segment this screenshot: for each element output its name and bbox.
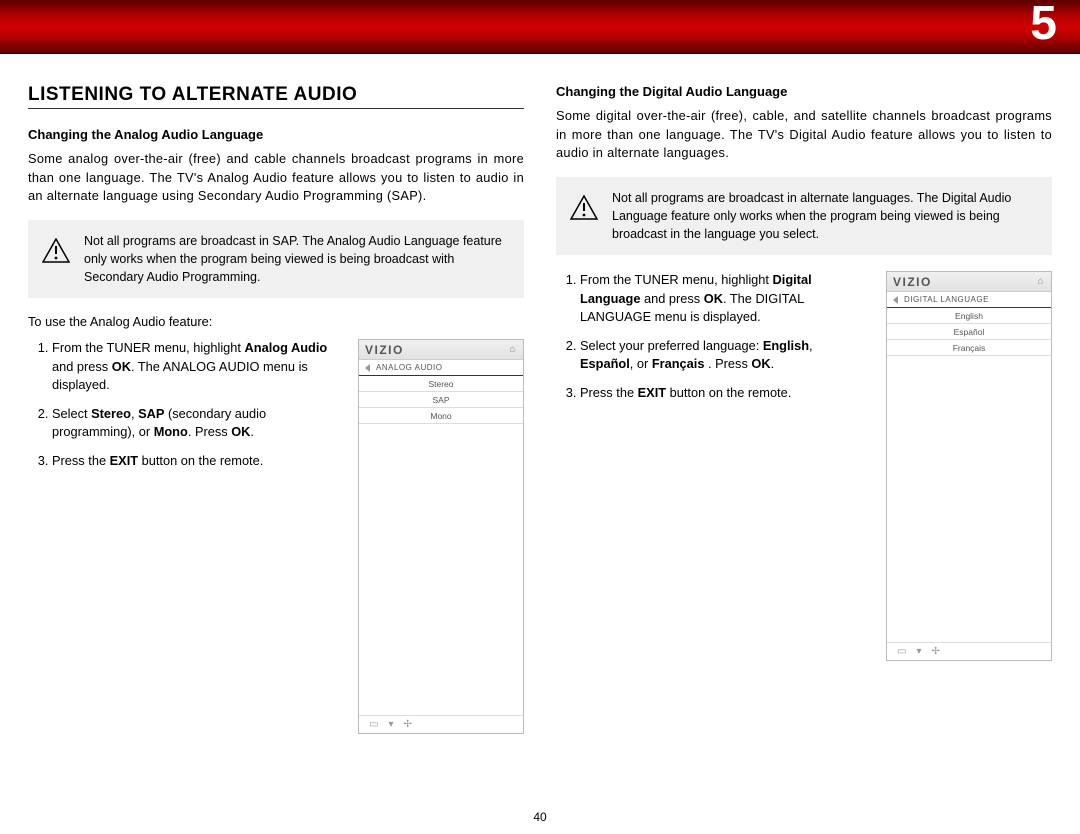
steps-analog: From the TUNER menu, highlight Analog Au…: [28, 339, 344, 734]
menu-spacer: [887, 356, 1051, 642]
steps-digital: From the TUNER menu, highlight Digital L…: [556, 271, 872, 661]
menu-title-row-digital: DIGITAL LANGUAGE: [887, 292, 1051, 308]
step-3-digital: Press the EXIT button on the remote.: [580, 384, 872, 403]
menu-header-digital: VIZIO ⌂: [887, 272, 1051, 292]
warning-icon: [570, 195, 598, 221]
right-column: Changing the Digital Audio Language Some…: [556, 84, 1052, 734]
back-arrow-icon: [893, 296, 898, 304]
note-text-analog: Not all programs are broadcast in SAP. T…: [84, 232, 510, 286]
chapter-number: 5: [1030, 0, 1058, 51]
subsection-title-digital: Changing the Digital Audio Language: [556, 84, 1052, 99]
note-box-analog: Not all programs are broadcast in SAP. T…: [28, 220, 524, 298]
content-area: LISTENING TO ALTERNATE AUDIO Changing th…: [0, 54, 1080, 734]
step-2-analog: Select Stereo, SAP (secondary audio prog…: [52, 405, 344, 442]
menu-item-sap: SAP: [359, 392, 523, 408]
tv-menu-mock-digital: VIZIO ⌂ DIGITAL LANGUAGE English Español…: [886, 271, 1052, 661]
menu-title: ANALOG AUDIO: [376, 363, 442, 372]
step-1-analog: From the TUNER menu, highlight Analog Au…: [52, 339, 344, 395]
section-title: LISTENING TO ALTERNATE AUDIO: [28, 84, 524, 109]
gear-icon: ✢: [403, 719, 411, 730]
back-arrow-icon: [365, 364, 370, 372]
chapter-header-bar: 5: [0, 0, 1080, 54]
home-icon: ⌂: [1037, 276, 1045, 287]
v-icon: ▾: [916, 646, 921, 657]
caption-icon: ▭: [897, 646, 906, 657]
lead-text-analog: To use the Analog Audio feature:: [28, 314, 524, 329]
gear-icon: ✢: [931, 646, 939, 657]
menu-header-analog: VIZIO ⌂: [359, 340, 523, 360]
steps-and-menu-digital: From the TUNER menu, highlight Digital L…: [556, 271, 1052, 661]
menu-spacer: [359, 424, 523, 715]
menu-brand: VIZIO: [365, 343, 404, 357]
subsection-title-analog: Changing the Analog Audio Language: [28, 127, 524, 142]
v-icon: ▾: [388, 719, 393, 730]
menu-item-francais: Français: [887, 340, 1051, 356]
intro-paragraph-analog: Some analog over-the-air (free) and cabl…: [28, 150, 524, 206]
step-1-digital: From the TUNER menu, highlight Digital L…: [580, 271, 872, 327]
tv-menu-mock-analog: VIZIO ⌂ ANALOG AUDIO Stereo SAP Mono ▭ ▾…: [358, 339, 524, 734]
note-box-digital: Not all programs are broadcast in altern…: [556, 177, 1052, 255]
caption-icon: ▭: [369, 719, 378, 730]
warning-icon: [42, 238, 70, 264]
step-3-analog: Press the EXIT button on the remote.: [52, 452, 344, 471]
intro-paragraph-digital: Some digital over-the-air (free), cable,…: [556, 107, 1052, 163]
page-number: 40: [0, 810, 1080, 824]
menu-footer-digital: ▭ ▾ ✢: [887, 642, 1051, 660]
steps-and-menu-analog: From the TUNER menu, highlight Analog Au…: [28, 339, 524, 734]
left-column: LISTENING TO ALTERNATE AUDIO Changing th…: [28, 84, 524, 734]
step-2-digital: Select your preferred language: English,…: [580, 337, 872, 374]
manual-page: 5 LISTENING TO ALTERNATE AUDIO Changing …: [0, 0, 1080, 834]
note-text-digital: Not all programs are broadcast in altern…: [612, 189, 1038, 243]
menu-item-stereo: Stereo: [359, 376, 523, 392]
menu-footer-analog: ▭ ▾ ✢: [359, 715, 523, 733]
menu-item-english: English: [887, 308, 1051, 324]
home-icon: ⌂: [509, 344, 517, 355]
menu-title-row-analog: ANALOG AUDIO: [359, 360, 523, 376]
menu-item-espanol: Español: [887, 324, 1051, 340]
menu-item-mono: Mono: [359, 408, 523, 424]
menu-title: DIGITAL LANGUAGE: [904, 295, 989, 304]
menu-brand: VIZIO: [893, 275, 932, 289]
